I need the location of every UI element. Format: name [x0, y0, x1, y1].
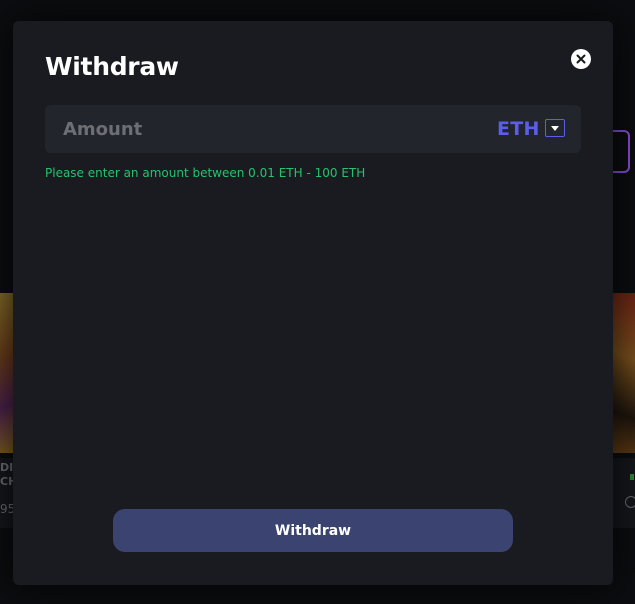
- heart-icon: [625, 496, 635, 508]
- background-card-image-left: [0, 293, 14, 453]
- withdraw-button[interactable]: Withdraw: [113, 509, 513, 552]
- modal-title: Withdraw: [45, 52, 179, 81]
- chevron-down-icon: [551, 125, 559, 131]
- background-card-image-right: [613, 293, 635, 453]
- background-card-info-right: [613, 458, 635, 528]
- close-button[interactable]: [571, 49, 591, 69]
- background-status-dot: [630, 474, 634, 480]
- amount-field: ETH: [45, 105, 581, 153]
- close-icon: [576, 54, 586, 64]
- withdraw-modal: Withdraw ETH Please enter an amount betw…: [13, 21, 613, 585]
- currency-label[interactable]: ETH: [497, 118, 540, 140]
- currency-dropdown-button[interactable]: [545, 119, 565, 137]
- amount-input[interactable]: [63, 105, 463, 153]
- amount-hint: Please enter an amount between 0.01 ETH …: [45, 166, 366, 180]
